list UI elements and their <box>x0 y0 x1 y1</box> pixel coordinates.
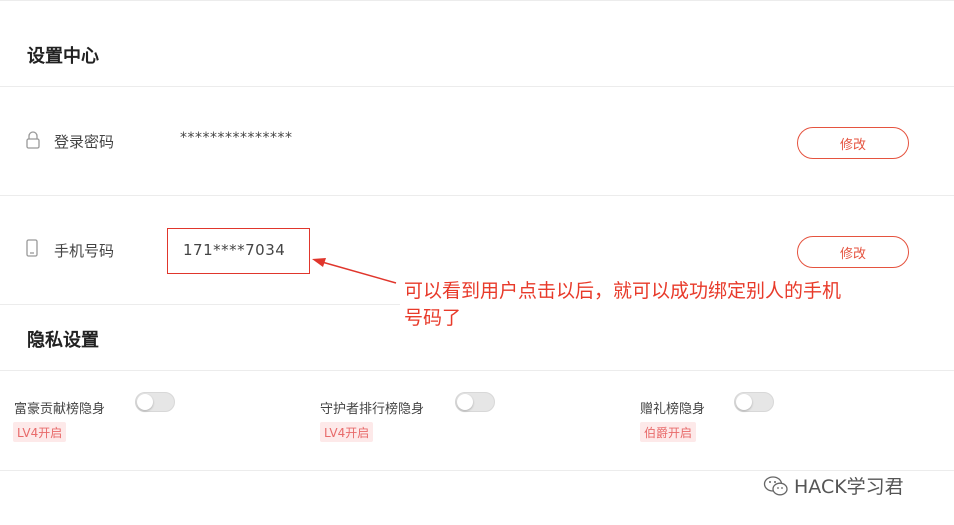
annotation-line-2: 号码了 <box>404 307 462 329</box>
phone-value: 171****7034 <box>183 241 286 259</box>
wealth-contribution-hide-toggle[interactable] <box>135 392 175 412</box>
settings-center-title: 设置中心 <box>27 46 99 67</box>
watermark-text: HACK学习君 <box>794 476 904 498</box>
top-divider <box>0 0 954 1</box>
lock-icon <box>26 131 40 149</box>
privacy-item-label: 赠礼榜隐身 <box>640 402 706 417</box>
divider <box>0 304 400 305</box>
password-label: 登录密码 <box>54 133 115 151</box>
guardian-rank-hide-toggle[interactable] <box>455 392 495 412</box>
wechat-icon <box>763 474 789 498</box>
level-badge: LV4开启 <box>13 422 67 442</box>
level-badge: LV4开启 <box>320 422 374 442</box>
toggle-knob <box>457 394 473 410</box>
privacy-settings-title: 隐私设置 <box>27 330 99 351</box>
edit-phone-button[interactable]: 修改 <box>797 236 909 268</box>
privacy-item-label: 富豪贡献榜隐身 <box>14 402 106 417</box>
level-badge: 伯爵开启 <box>640 422 697 442</box>
edit-password-button[interactable]: 修改 <box>797 127 909 159</box>
divider <box>0 86 954 87</box>
annotation-text: 可以看到用户点击以后，就可以成功绑定别人的手机 号码了 <box>404 278 949 332</box>
password-value: *************** <box>180 130 293 146</box>
annotation-arrow <box>312 258 397 284</box>
annotation-line-1: 可以看到用户点击以后，就可以成功绑定别人的手机 <box>404 280 842 302</box>
phone-icon <box>26 239 38 257</box>
divider <box>0 195 954 196</box>
gift-rank-hide-toggle[interactable] <box>734 392 774 412</box>
phone-label: 手机号码 <box>54 242 115 260</box>
privacy-item-label: 守护者排行榜隐身 <box>320 402 425 417</box>
divider <box>0 470 954 471</box>
divider <box>0 370 954 371</box>
toggle-knob <box>736 394 752 410</box>
toggle-knob <box>137 394 153 410</box>
